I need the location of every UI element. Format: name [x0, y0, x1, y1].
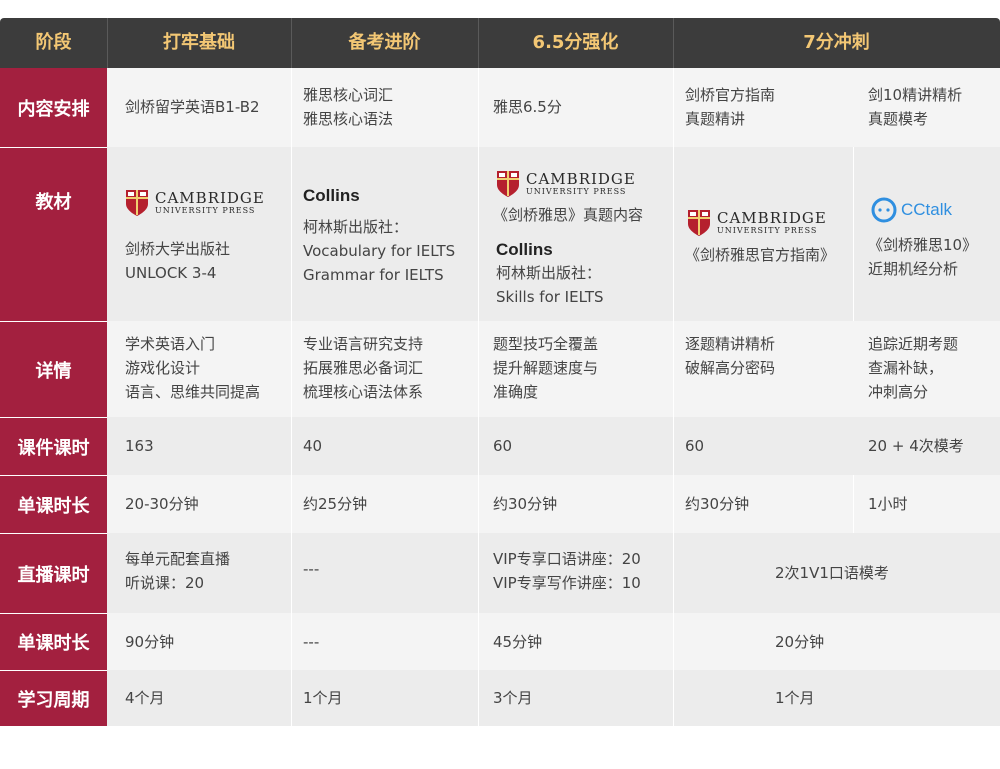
- hours-c4: 60: [685, 437, 705, 455]
- live-duration-c2: ---: [303, 633, 320, 651]
- row-label-detail: 详情: [0, 321, 107, 417]
- col-divider: [291, 68, 292, 726]
- textbook-c2: 柯林斯出版社： Vocabulary for IELTS Grammar for I…: [303, 218, 456, 284]
- header-foundation: 打牢基础: [163, 32, 235, 53]
- live-duration-c1: 90分钟: [125, 633, 175, 651]
- header-advance: 备考进阶: [348, 32, 421, 53]
- hours-c2: 40: [303, 437, 323, 455]
- row-duration: 20-30分钟 约25分钟 约30分钟 约30分钟 1小时: [107, 475, 1000, 533]
- cambridge-shield-icon: [125, 189, 149, 217]
- row-content: 剑桥留学英语B1-B2 雅思核心词汇 雅思核心语法 雅思6.5分 剑桥官方指南 真题…: [107, 68, 1000, 147]
- duration-c2: 约25分钟: [303, 495, 368, 513]
- cambridge-logo-3: CAMBRIDGE UNIVERSITY PRESS: [687, 209, 827, 237]
- row-label-live: 直播课时: [0, 533, 107, 613]
- cambridge-shield-icon: [687, 209, 711, 237]
- textbook-c5: 《剑桥雅思10》 近期机经分析: [868, 236, 978, 278]
- period-c45: 1个月: [775, 689, 815, 707]
- row-live-duration: 90分钟 --- 45分钟 20分钟: [107, 613, 1000, 670]
- detail-c3: 题型技巧全覆盖 提升解题速度与 准确度: [493, 335, 599, 401]
- content-c1: 剑桥留学英语B1-B2: [125, 98, 260, 116]
- detail-c4: 逐题精讲精析 破解高分密码: [685, 335, 776, 377]
- live-c45: 2次1V1口语模考: [775, 564, 889, 582]
- col-divider: [673, 68, 674, 726]
- row-hours: 163 40 60 60 20 + 4次模考: [107, 417, 1000, 475]
- row-period: 4个月 1个月 3个月 1个月: [107, 670, 1000, 726]
- live-duration-c3: 45分钟: [493, 633, 543, 651]
- cambridge-logo-2: CAMBRIDGE UNIVERSITY PRESS: [496, 170, 636, 198]
- period-c2: 1个月: [303, 689, 343, 707]
- row-label-duration: 单课时长: [0, 475, 107, 533]
- cctalk-logo: CCtalk: [871, 197, 952, 223]
- live-duration-c45: 20分钟: [775, 633, 825, 651]
- live-c2: ---: [303, 560, 320, 578]
- row-label-live-duration: 单课时长: [0, 613, 107, 670]
- detail-c1: 学术英语入门 游戏化设计 语言、思维共同提高: [125, 335, 261, 401]
- duration-c4: 约30分钟: [685, 495, 750, 513]
- live-c1: 每单元配套直播 听说课：20: [125, 550, 231, 592]
- duration-c5: 1小时: [868, 495, 908, 513]
- collins-logo: Collins: [303, 186, 360, 205]
- textbook-c3a: 《剑桥雅思》真题内容: [493, 206, 644, 224]
- hours-c3: 60: [493, 437, 513, 455]
- duration-c3: 约30分钟: [493, 495, 558, 513]
- textbook-c3b: 柯林斯出版社： Skills for IELTS: [496, 264, 604, 306]
- header-65: 6.5分强化: [532, 32, 619, 53]
- header-7: 7分冲刺: [803, 32, 870, 53]
- header-stage: 阶段: [35, 32, 72, 53]
- row-live: 每单元配套直播 听说课：20 --- VIP专享口语讲座：20 VIP专享写作讲座：…: [107, 533, 1000, 613]
- row-label-period: 学习周期: [0, 670, 107, 726]
- hours-c5: 20 + 4次模考: [868, 437, 964, 455]
- row-label-hours: 课件课时: [0, 417, 107, 475]
- duration-c1: 20-30分钟: [125, 495, 199, 513]
- cctalk-icon: [871, 197, 897, 223]
- period-c1: 4个月: [125, 689, 165, 707]
- live-c3: VIP专享口语讲座：20 VIP专享写作讲座：10: [493, 550, 641, 592]
- table-header: 阶段 打牢基础 备考进阶 6.5分强化 7分冲刺: [0, 18, 1000, 68]
- textbook-c1: 剑桥大学出版社 UNLOCK 3-4: [125, 240, 231, 282]
- collins-logo-2: Collins: [496, 240, 553, 259]
- content-c5: 剑10精讲精析 真题模考: [868, 86, 963, 128]
- detail-c5: 追踪近期考题 查漏补缺， 冲刺高分: [868, 335, 959, 401]
- row-label-textbook: 教材: [0, 147, 107, 321]
- period-c3: 3个月: [493, 689, 533, 707]
- col-divider: [478, 68, 479, 726]
- content-c2: 雅思核心词汇 雅思核心语法: [303, 86, 394, 128]
- cambridge-logo: CAMBRIDGE UNIVERSITY PRESS: [125, 189, 265, 217]
- content-c4: 剑桥官方指南 真题精讲: [685, 86, 776, 128]
- row-detail: 学术英语入门 游戏化设计 语言、思维共同提高 专业语言研究支持 拓展雅思必备词汇 梳理核…: [107, 321, 1000, 417]
- row-label-content: 内容安排: [0, 68, 107, 147]
- content-c3: 雅思6.5分: [493, 98, 562, 116]
- detail-c2: 专业语言研究支持 拓展雅思必备词汇 梳理核心语法体系: [303, 335, 424, 401]
- row-textbook: CAMBRIDGE UNIVERSITY PRESS 剑桥大学出版社 UNLOCK …: [107, 147, 1000, 321]
- textbook-c4: 《剑桥雅思官方指南》: [685, 246, 836, 264]
- cambridge-shield-icon: [496, 170, 520, 198]
- hours-c1: 163: [125, 437, 154, 455]
